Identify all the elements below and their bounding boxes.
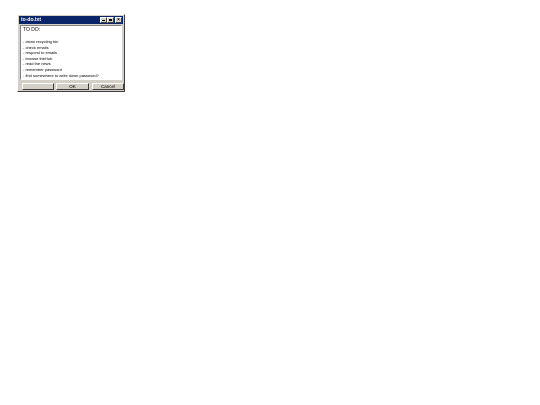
maximize-button[interactable] bbox=[107, 17, 114, 23]
list-item: - find somewhere to write down password? bbox=[23, 72, 99, 78]
title-bar[interactable]: to-do.txt × bbox=[19, 16, 123, 24]
window-title: to-do.txt bbox=[21, 17, 41, 23]
dialog-buttons: OK Cancel bbox=[22, 83, 124, 91]
close-button[interactable]: × bbox=[115, 17, 122, 23]
minimize-icon bbox=[101, 20, 105, 21]
maximize-icon bbox=[109, 18, 112, 21]
cancel-button[interactable]: Cancel bbox=[92, 83, 124, 90]
title-bar-buttons: × bbox=[99, 17, 122, 23]
ok-button[interactable]: OK bbox=[56, 83, 89, 90]
close-icon: × bbox=[117, 16, 120, 23]
todo-heading: TO DO: bbox=[23, 27, 41, 33]
text-content-area[interactable]: TO DO: - clean recycling bin - check ema… bbox=[20, 25, 122, 80]
minimize-button[interactable] bbox=[99, 17, 107, 23]
disabled-button[interactable] bbox=[22, 83, 54, 90]
notepad-window: to-do.txt × TO DO: - clean recycling bin… bbox=[17, 14, 125, 92]
